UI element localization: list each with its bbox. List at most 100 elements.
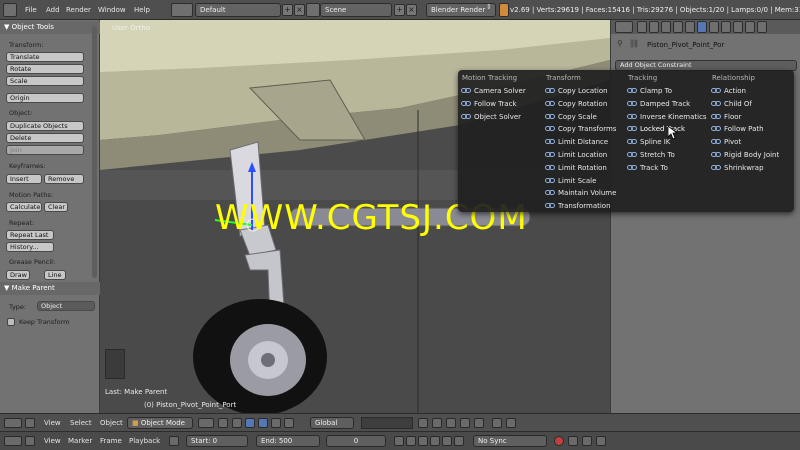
object-tab-icon[interactable] <box>685 21 695 33</box>
pin-icon[interactable]: ⚲ <box>617 39 623 48</box>
menu-item-pivot[interactable]: Pivot <box>711 137 741 148</box>
jump-keyframe-forward-icon[interactable] <box>442 436 452 446</box>
snap-target-icon[interactable] <box>474 418 484 428</box>
material-tab-icon[interactable] <box>733 21 743 33</box>
menu-window[interactable]: Window <box>98 3 126 17</box>
menu-object[interactable]: Object <box>100 417 123 430</box>
menu-item-child-of[interactable]: Child Of <box>711 99 752 110</box>
join-button[interactable]: Join <box>6 145 84 155</box>
snap-element-icon[interactable] <box>460 418 470 428</box>
current-frame-field[interactable]: 0 <box>326 435 386 447</box>
menu-item-copy-scale[interactable]: Copy Scale <box>545 112 597 123</box>
add-scene-button[interactable]: + <box>394 4 405 16</box>
jump-start-icon[interactable] <box>394 436 404 446</box>
editor-type-icon[interactable] <box>615 21 633 33</box>
render-layers-tab-icon[interactable] <box>649 21 659 33</box>
parent-type-select[interactable]: Object <box>37 301 95 311</box>
add-layout-button[interactable]: + <box>282 4 293 16</box>
editor-type-icon[interactable] <box>4 436 22 446</box>
translate-button[interactable]: Translate <box>6 52 84 62</box>
editor-type-icon[interactable] <box>4 418 22 428</box>
menu-item-camera-solver[interactable]: Camera Solver <box>461 86 526 97</box>
timeline-menu-frame[interactable]: Frame <box>100 435 122 448</box>
remove-layout-button[interactable]: × <box>294 4 305 16</box>
menu-add[interactable]: Add <box>46 3 60 17</box>
menu-view[interactable]: View <box>44 417 61 430</box>
menu-item-action[interactable]: Action <box>711 86 746 97</box>
menu-item-maintain-volume[interactable]: Maintain Volume <box>545 188 616 199</box>
keep-transform-checkbox[interactable] <box>7 318 15 326</box>
menu-item-limit-scale[interactable]: Limit Scale <box>545 176 596 187</box>
render-tab-icon[interactable] <box>637 21 647 33</box>
menu-item-copy-rotation[interactable]: Copy Rotation <box>545 99 607 110</box>
sync-mode-select[interactable]: No Sync <box>473 435 547 447</box>
line-button[interactable]: Line <box>44 270 66 280</box>
proportional-edit-icon[interactable] <box>432 418 442 428</box>
timeline-menu-marker[interactable]: Marker <box>68 435 92 448</box>
scene-field[interactable]: Scene <box>320 3 392 17</box>
data-tab-icon[interactable] <box>721 21 731 33</box>
calculate-button[interactable]: Calculate <box>6 202 42 212</box>
rotate-manipulator-icon[interactable] <box>258 418 268 428</box>
menu-item-object-solver[interactable]: Object Solver <box>461 112 521 123</box>
snap-toggle-icon[interactable] <box>446 418 456 428</box>
repeat-last-button[interactable]: Repeat Last <box>6 230 54 240</box>
history-button[interactable]: History... <box>6 242 54 252</box>
texture-tab-icon[interactable] <box>745 21 755 33</box>
editor-type-icon[interactable] <box>3 3 17 17</box>
menu-item-limit-location[interactable]: Limit Location <box>545 150 607 161</box>
scene-selector-icon[interactable] <box>306 3 320 17</box>
opengl-render-icon[interactable] <box>492 418 502 428</box>
menu-item-rigid-body-joint[interactable]: Rigid Body Joint <box>711 150 779 161</box>
keying-set-icon[interactable] <box>568 436 578 446</box>
delete-keyframe-icon[interactable] <box>596 436 606 446</box>
panel-header-make-parent[interactable]: ▼ Make Parent <box>0 282 100 295</box>
duplicate-objects-button[interactable]: Duplicate Objects <box>6 121 84 131</box>
menu-item-track-to[interactable]: Track To <box>627 163 668 174</box>
translate-manipulator-icon[interactable] <box>245 418 255 428</box>
play-reverse-icon[interactable] <box>418 436 428 446</box>
remove-scene-button[interactable]: × <box>406 4 417 16</box>
menu-select[interactable]: Select <box>70 417 92 430</box>
modifiers-tab-icon[interactable] <box>709 21 719 33</box>
menu-item-inverse-kinematics[interactable]: Inverse Kinematics <box>627 112 707 123</box>
world-tab-icon[interactable] <box>673 21 683 33</box>
scale-button[interactable]: Scale <box>6 76 84 86</box>
layout-field[interactable]: Default <box>195 3 281 17</box>
end-frame-field[interactable]: End: 500 <box>256 435 320 447</box>
menu-help[interactable]: Help <box>134 3 150 17</box>
scale-manipulator-icon[interactable] <box>271 418 281 428</box>
tool-shelf-scrollbar[interactable] <box>92 26 97 278</box>
timeline-menu-view[interactable]: View <box>44 435 61 448</box>
opengl-animation-icon[interactable] <box>506 418 516 428</box>
layers-grid[interactable] <box>361 417 413 429</box>
jump-end-icon[interactable] <box>454 436 464 446</box>
menu-item-spline-ik[interactable]: Spline IK <box>627 137 670 148</box>
menu-item-shrinkwrap[interactable]: Shrinkwrap <box>711 163 764 174</box>
menu-item-follow-track[interactable]: Follow Track <box>461 99 517 110</box>
start-frame-field[interactable]: Start: 0 <box>186 435 248 447</box>
insert-keyframe-icon[interactable] <box>582 436 592 446</box>
menu-item-limit-rotation[interactable]: Limit Rotation <box>545 163 607 174</box>
record-icon[interactable] <box>554 436 564 446</box>
menu-collapse-icon[interactable] <box>25 436 35 446</box>
menu-item-stretch-to[interactable]: Stretch To <box>627 150 675 161</box>
panel-header-object-tools[interactable]: ▼ Object Tools <box>0 21 100 34</box>
transform-orientation-select[interactable]: Global <box>310 417 354 429</box>
menu-item-limit-distance[interactable]: Limit Distance <box>545 137 608 148</box>
interaction-mode-select[interactable]: ■ Object Mode <box>127 417 193 429</box>
play-icon[interactable] <box>430 436 440 446</box>
timeline-menu-playback[interactable]: Playback <box>129 435 160 448</box>
draw-button[interactable]: Draw <box>6 270 30 280</box>
constraints-tab-icon[interactable] <box>697 21 707 33</box>
menu-item-follow-path[interactable]: Follow Path <box>711 124 764 135</box>
delete-button[interactable]: Delete <box>6 133 84 143</box>
layer-toggle-icon[interactable] <box>284 418 294 428</box>
layout-selector-icon[interactable] <box>171 3 193 17</box>
menu-item-clamp-to[interactable]: Clamp To <box>627 86 672 97</box>
menu-collapse-icon[interactable] <box>25 418 35 428</box>
menu-file[interactable]: File <box>25 3 37 17</box>
menu-item-floor[interactable]: Floor <box>711 112 741 123</box>
menu-item-copy-transforms[interactable]: Copy Transforms <box>545 124 616 135</box>
remove-keyframe-button[interactable]: Remove <box>44 174 84 184</box>
